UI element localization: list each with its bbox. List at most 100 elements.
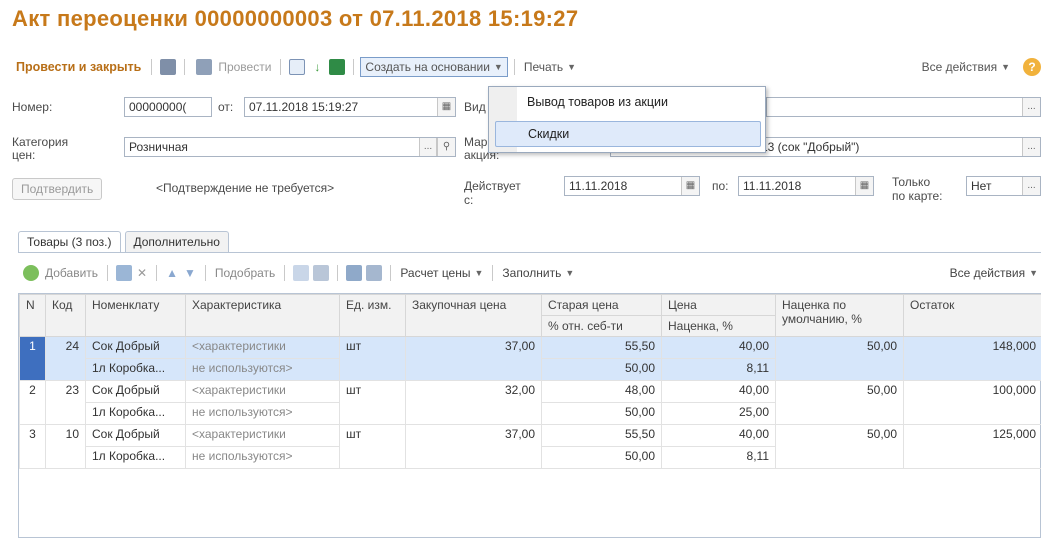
row-characteristic-2: не используются> xyxy=(185,358,340,381)
column-header-pct-cost[interactable]: % отн. себ-ти xyxy=(541,315,662,337)
toolbar-separator xyxy=(390,265,392,281)
add-row-button[interactable]: Добавить xyxy=(18,265,101,281)
calendar-icon[interactable]: ▦ xyxy=(855,177,873,195)
data-exchange-icon[interactable] xyxy=(366,265,383,281)
post-and-close-button[interactable]: Провести и закрыть xyxy=(12,60,145,74)
row-pct-cost: 50,00 xyxy=(541,446,662,469)
search-icon[interactable]: ⚲ xyxy=(437,138,455,156)
valid-to-field[interactable]: 11.11.2018 ▦ xyxy=(738,176,874,196)
fill-label: Заполнить xyxy=(502,266,562,280)
excel-icon[interactable] xyxy=(329,59,346,75)
row-old-price: 55,50 xyxy=(541,336,662,359)
calendar-icon[interactable]: ▦ xyxy=(681,177,699,195)
barcode-icon[interactable] xyxy=(346,265,363,281)
paste-icon[interactable] xyxy=(313,265,330,281)
page-title: Акт переоценки 00000000003 от 07.11.2018… xyxy=(12,6,579,31)
row-unit: шт xyxy=(339,336,406,381)
row-characteristic-2: не используются> xyxy=(185,402,340,425)
help-icon[interactable]: ? xyxy=(1023,58,1041,76)
table-row[interactable]: 2 23 Сок Добрый <характеристики шт 32,00… xyxy=(19,380,1041,425)
calendar-icon[interactable]: ▦ xyxy=(437,98,455,116)
chevron-down-icon: ▼ xyxy=(567,62,577,72)
valid-to-value: 11.11.2018 xyxy=(743,179,802,193)
row-item-name-2: 1л Коробка... xyxy=(85,446,186,469)
card-only-field[interactable]: Нет ... xyxy=(966,176,1041,196)
pick-button[interactable]: Подобрать xyxy=(212,266,278,280)
column-header-code[interactable]: Код xyxy=(45,294,86,337)
card-only-label: Только xyxy=(892,175,931,189)
table-row[interactable]: 3 10 Сок Добрый <характеристики шт 37,00… xyxy=(19,424,1041,469)
row-item-name: Сок Добрый xyxy=(85,424,186,447)
calc-price-button[interactable]: Расчет цены ▼ xyxy=(397,266,486,280)
fill-button[interactable]: Заполнить ▼ xyxy=(499,266,577,280)
row-characteristic: <характеристики xyxy=(185,380,340,403)
row-stock: 125,000 xyxy=(903,424,1041,469)
tab-goods[interactable]: Товары (3 поз.) xyxy=(18,231,121,253)
select-button-icon[interactable]: ... xyxy=(1022,138,1040,156)
column-header-unit[interactable]: Ед. изм. xyxy=(339,294,406,337)
table-all-actions-button[interactable]: Все действия ▼ xyxy=(947,266,1041,280)
row-number: 3 xyxy=(19,424,46,469)
row-number: 1 xyxy=(19,336,46,381)
document-check-icon[interactable] xyxy=(289,59,306,75)
toolbar-separator xyxy=(492,265,494,281)
price-category-value: Розничная xyxy=(129,140,188,154)
row-price: 40,00 xyxy=(661,380,776,403)
menu-item-remove-from-promo[interactable]: Вывод товаров из акции xyxy=(517,90,678,116)
move-up-icon[interactable]: ▲ xyxy=(163,266,181,280)
valid-from-label: Действует xyxy=(464,179,521,193)
row-item-name: Сок Добрый xyxy=(85,380,186,403)
row-old-price: 48,00 xyxy=(541,380,662,403)
save-icon[interactable] xyxy=(160,59,177,75)
menu-item-discounts[interactable]: Скидки xyxy=(495,121,761,147)
tab-divider xyxy=(18,252,1041,253)
copy-row-icon[interactable] xyxy=(116,265,133,281)
column-header-purchase-price[interactable]: Закупочная цена xyxy=(405,294,542,337)
all-actions-button[interactable]: Все действия ▼ xyxy=(919,60,1013,74)
toolbar-separator xyxy=(353,59,355,75)
date-field[interactable]: 07.11.2018 15:19:27 ▦ xyxy=(244,97,456,117)
download-icon[interactable]: ↓ xyxy=(309,59,325,75)
price-category-field[interactable]: Розничная ... ⚲ xyxy=(124,137,456,157)
column-header-price[interactable]: Цена xyxy=(661,294,776,316)
table-row[interactable]: 1 24 Сок Добрый <характеристики шт 37,00… xyxy=(19,336,1041,381)
row-markup: 25,00 xyxy=(661,402,776,425)
print-button[interactable]: Печать ▼ xyxy=(521,60,579,74)
date-from-label: от: xyxy=(218,100,234,114)
row-item-name-2: 1л Коробка... xyxy=(85,402,186,425)
calc-price-label: Расчет цены xyxy=(400,266,471,280)
column-header-n[interactable]: N xyxy=(19,294,46,337)
create-based-on-button[interactable]: Создать на основании ▼ xyxy=(360,57,508,77)
card-only-label-2: по карте: xyxy=(892,189,943,203)
row-purchase-price: 32,00 xyxy=(405,380,542,425)
add-icon xyxy=(23,265,39,281)
type-field[interactable]: ... xyxy=(766,97,1041,117)
main-toolbar: Провести и закрыть Провести ↓ Создать на… xyxy=(12,55,1041,79)
chevron-down-icon: ▼ xyxy=(1001,62,1010,72)
row-default-markup: 50,00 xyxy=(775,336,904,381)
select-button-icon[interactable]: ... xyxy=(1022,98,1040,116)
confirm-button[interactable]: Подтвердить xyxy=(12,178,103,200)
select-button-icon[interactable]: ... xyxy=(419,138,437,156)
select-button-icon[interactable]: ... xyxy=(1022,177,1040,195)
column-header-old-price[interactable]: Старая цена xyxy=(541,294,662,316)
move-down-icon[interactable]: ▼ xyxy=(181,266,199,280)
column-header-item[interactable]: Номенклату xyxy=(85,294,186,337)
column-header-characteristic[interactable]: Характеристика xyxy=(185,294,340,337)
card-only-value: Нет xyxy=(971,179,992,193)
post-button[interactable]: Провести xyxy=(191,59,274,75)
row-purchase-price: 37,00 xyxy=(405,336,542,381)
type-label: Вид xyxy=(464,100,486,114)
copy-icon[interactable] xyxy=(293,265,310,281)
row-unit: шт xyxy=(339,380,406,425)
tab-additional[interactable]: Дополнительно xyxy=(124,231,229,253)
toolbar-separator xyxy=(151,59,153,75)
row-markup: 8,11 xyxy=(661,446,776,469)
print-label: Печать xyxy=(523,60,564,74)
column-header-stock[interactable]: Остаток xyxy=(903,294,1041,337)
column-header-default-markup[interactable]: Наценка по умолчанию, % xyxy=(775,294,904,337)
delete-row-button[interactable]: ✕ xyxy=(134,266,150,280)
column-header-markup[interactable]: Наценка, % xyxy=(661,315,776,337)
number-field[interactable]: 00000000( xyxy=(124,97,212,117)
valid-from-field[interactable]: 11.11.2018 ▦ xyxy=(564,176,700,196)
